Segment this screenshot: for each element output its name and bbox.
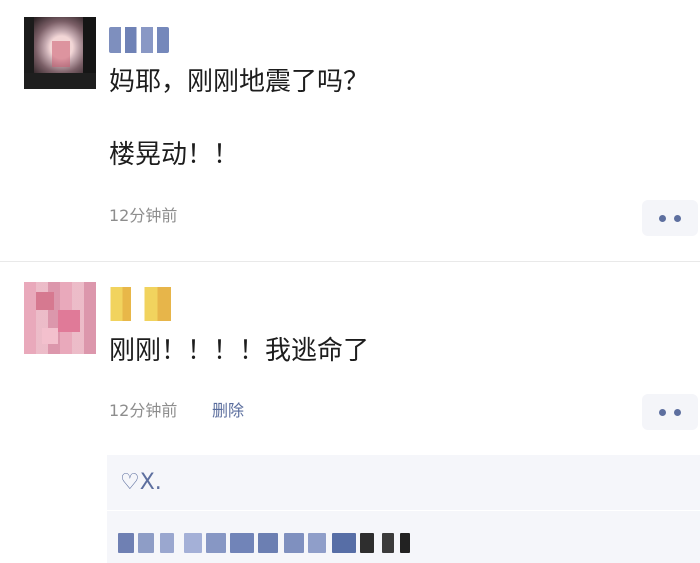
reply-divider <box>107 510 700 511</box>
comment-text-line: 楼晃动！！ <box>109 140 240 170</box>
obscured-text-block <box>360 533 374 553</box>
more-icon <box>659 408 666 416</box>
reply-preview-text[interactable]: ♡X. <box>120 468 162 498</box>
avatar[interactable] <box>24 282 96 354</box>
comment-text-line: 刚刚！！！！我逃命了 <box>109 336 370 366</box>
avatar-detail <box>36 292 54 310</box>
comment-text-line: 妈耶，刚刚地震了吗？ <box>109 67 370 97</box>
avatar-detail <box>58 310 80 332</box>
obscured-text-block <box>308 533 326 553</box>
username-link[interactable]: 趴趴 <box>109 27 169 53</box>
more-icon <box>674 408 681 416</box>
delete-link[interactable]: 删除 <box>212 401 244 421</box>
comment-timestamp: 12分钟前 <box>109 401 178 420</box>
obscured-text-block <box>206 533 226 553</box>
comment-divider <box>0 261 700 262</box>
more-icon <box>659 214 666 222</box>
avatar-detail <box>24 73 96 89</box>
avatar[interactable] <box>24 17 96 89</box>
obscured-text-block <box>118 533 134 553</box>
more-options-button[interactable] <box>642 394 698 430</box>
obscured-text-block <box>184 533 202 553</box>
comment-timestamp: 12分钟前 <box>109 206 178 225</box>
avatar-detail <box>42 328 58 344</box>
obscured-reply-text: ...... <box>118 530 410 556</box>
obscured-text-block <box>332 533 356 553</box>
username-link[interactable]: 咩咩 <box>109 287 193 321</box>
more-icon <box>674 214 681 222</box>
more-options-button[interactable] <box>642 200 698 236</box>
obscured-text-block <box>400 533 410 553</box>
obscured-text-block <box>382 533 394 553</box>
obscured-text-block <box>258 533 278 553</box>
obscured-text-block <box>284 533 304 553</box>
obscured-text-block <box>138 533 154 553</box>
avatar-detail <box>52 41 70 67</box>
obscured-text-block <box>160 533 174 553</box>
obscured-text-block <box>230 533 254 553</box>
